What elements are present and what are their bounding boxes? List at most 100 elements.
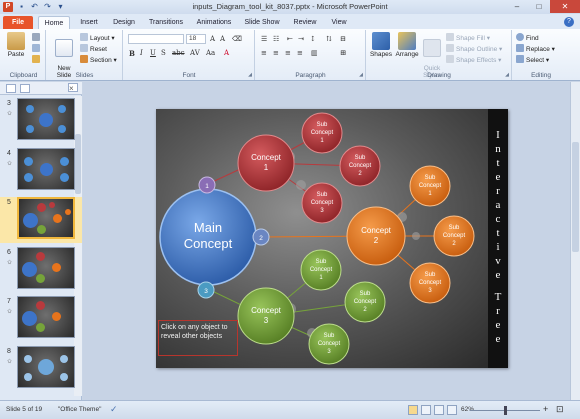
decrease-indent-icon[interactable]: ⇤ <box>287 35 293 43</box>
numbering-icon[interactable]: ☷ <box>273 35 279 43</box>
animation-star-icon: ✩ <box>7 111 13 117</box>
minimize-button[interactable]: – <box>506 0 528 13</box>
spellcheck-icon[interactable]: ✓ <box>110 404 118 415</box>
center-icon[interactable]: ≡ <box>273 49 279 57</box>
mini-circle <box>26 105 34 113</box>
shrink-font-icon[interactable]: A <box>220 35 225 43</box>
mini-circle <box>52 312 61 321</box>
shape-effects-button[interactable]: Shape Effects ▾ <box>446 55 501 65</box>
slide-sorter-button[interactable] <box>421 405 431 415</box>
bullets-icon[interactable]: ☰ <box>261 35 267 43</box>
vertical-scrollbar[interactable] <box>570 82 580 400</box>
slide-thumbnail-4[interactable]: 4 ✩ <box>0 148 82 194</box>
shapes-button[interactable]: Shapes <box>369 32 393 58</box>
justify-icon[interactable]: ≡ <box>297 49 303 57</box>
slide-number: 6 <box>7 249 11 256</box>
paste-button[interactable]: Paste <box>4 32 28 58</box>
slide-thumbnail-6[interactable]: 6 ✩ <box>0 247 82 293</box>
reset-button[interactable]: Reset <box>80 44 107 54</box>
reading-view-button[interactable] <box>434 405 444 415</box>
slide-thumbnail-7[interactable]: 7 ✩ <box>0 296 82 342</box>
tab-slide-show[interactable]: Slide Show <box>240 16 284 29</box>
text-direction-icon[interactable]: ⇅ <box>326 35 332 43</box>
cut-button[interactable] <box>32 33 42 43</box>
fit-to-window-icon[interactable]: ⊡ <box>556 404 564 415</box>
shadow-icon[interactable]: S <box>161 49 166 57</box>
replace-icon <box>516 44 524 52</box>
banner-letter: t <box>496 157 500 169</box>
format-painter-button[interactable] <box>32 55 42 65</box>
tab-insert[interactable]: Insert <box>74 16 104 29</box>
help-icon[interactable]: ? <box>564 17 574 27</box>
mini-circle <box>65 209 71 215</box>
shape-outline-button[interactable]: Shape Outline ▾ <box>446 44 502 54</box>
tab-home[interactable]: Home <box>38 16 70 29</box>
tab-file[interactable]: File <box>3 16 33 29</box>
maximize-button[interactable]: □ <box>528 0 550 13</box>
font-name-field[interactable] <box>128 34 184 44</box>
slide-thumbnail-5[interactable]: 5 <box>0 197 82 243</box>
banner-letter: v <box>495 255 501 267</box>
concept-2-label: Concept 2 <box>361 226 391 245</box>
drawing-launcher-icon[interactable]: ◢ <box>505 72 509 78</box>
mini-circle <box>24 157 33 166</box>
columns-icon[interactable]: ▥ <box>311 49 318 57</box>
font-size-field[interactable]: 18 <box>186 34 206 44</box>
font-launcher-icon[interactable]: ◢ <box>248 72 252 78</box>
section-button[interactable]: Section ▾ <box>80 55 117 65</box>
paragraph-launcher-icon[interactable]: ◢ <box>359 72 363 78</box>
select-button[interactable]: Select ▾ <box>516 55 549 65</box>
drawing-group: Shapes Arrange Quick Styles Shape Fill ▾… <box>367 30 512 80</box>
layout-button[interactable]: Layout ▾ <box>80 33 115 43</box>
slides-tab-icon[interactable] <box>6 84 16 93</box>
line-spacing-icon[interactable]: ↕ <box>310 35 316 43</box>
align-right-icon[interactable]: ≡ <box>285 49 291 57</box>
slide-show-button[interactable] <box>447 405 457 415</box>
tab-design[interactable]: Design <box>108 16 140 29</box>
slide-number: 3 <box>7 100 11 107</box>
close-panel-icon[interactable]: × <box>68 83 78 93</box>
outline-tab-icon[interactable] <box>20 84 30 93</box>
arrange-button[interactable]: Arrange <box>394 32 420 58</box>
sub-concept-1-2-label: Sub Concept 2 <box>348 155 372 177</box>
tab-review[interactable]: Review <box>288 16 322 29</box>
char-spacing-icon[interactable]: AV <box>190 49 200 57</box>
normal-view-button[interactable] <box>408 405 418 415</box>
mini-circle <box>49 202 55 208</box>
slide-canvas[interactable]: Main Concept 1 2 3 Concept 1 Concept 2 Conc… <box>156 109 508 368</box>
banner-letter: i <box>496 241 500 253</box>
slides-panel: × 3 ✩ 4 ✩ 5 6 ✩ 7 ✩ 8 ✩ <box>0 82 82 400</box>
strikethrough-icon[interactable]: abc <box>172 49 185 57</box>
copy-button[interactable] <box>32 44 42 54</box>
align-left-icon[interactable]: ≡ <box>261 49 267 57</box>
tab-transitions[interactable]: Transitions <box>144 16 188 29</box>
zoom-slider-handle[interactable] <box>504 406 507 415</box>
italic-icon[interactable]: I <box>140 49 143 57</box>
replace-button[interactable]: Replace ▾ <box>516 44 555 54</box>
cut-icon <box>32 33 40 41</box>
close-button[interactable]: ✕ <box>550 0 580 13</box>
banner-letter: T <box>494 291 502 303</box>
tab-view[interactable]: View <box>326 16 352 29</box>
font-color-icon[interactable]: A <box>224 49 229 57</box>
find-button[interactable]: Find <box>516 33 539 43</box>
underline-icon[interactable]: U <box>150 49 156 57</box>
align-text-icon[interactable]: ⊟ <box>340 35 346 43</box>
grow-font-icon[interactable]: A <box>210 35 215 43</box>
shape-fill-button[interactable]: Shape Fill ▾ <box>446 33 490 43</box>
mini-circle <box>39 113 53 127</box>
slide-thumbnail-3[interactable]: 3 ✩ <box>0 98 82 144</box>
slide-thumbnail-8[interactable]: 8 ✩ <box>0 346 82 392</box>
increase-indent-icon[interactable]: ⇥ <box>298 35 304 43</box>
smartart-icon[interactable]: ⊞ <box>340 49 346 57</box>
scroll-thumb[interactable] <box>572 142 579 252</box>
tab-animations[interactable]: Animations <box>192 16 236 29</box>
change-case-icon[interactable]: Aa <box>206 49 215 57</box>
clear-format-icon[interactable]: ⌫ <box>232 35 242 43</box>
mini-circle <box>60 157 69 166</box>
slide-number: 7 <box>7 298 11 305</box>
layout-icon <box>80 33 88 41</box>
animation-star-icon: ✩ <box>7 161 13 167</box>
bold-icon[interactable]: B <box>129 49 135 58</box>
zoom-in-icon[interactable]: + <box>543 404 548 414</box>
